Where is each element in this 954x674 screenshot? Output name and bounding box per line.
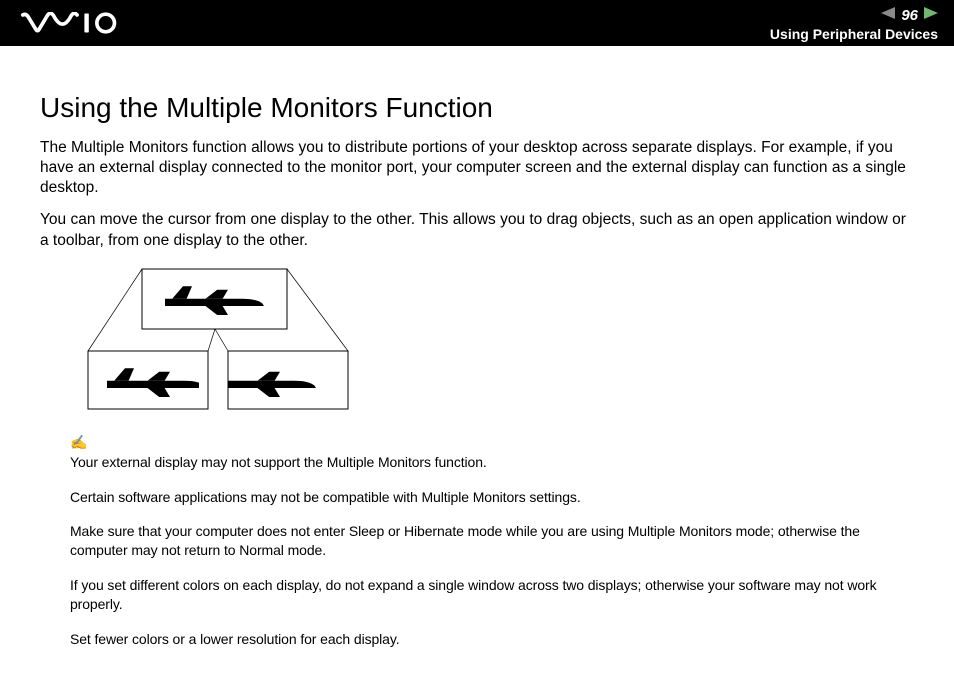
page-content: Using the Multiple Monitors Function The… [0,46,954,649]
note-text: If you set different colors on each disp… [70,576,916,614]
page-title: Using the Multiple Monitors Function [40,92,916,124]
page-nav: 96 [770,6,938,24]
note-icon: ✍ [70,434,916,451]
page-number: 96 [901,7,918,24]
prev-page-arrow[interactable] [881,6,895,24]
note-text: Set fewer colors or a lower resolution f… [70,630,916,649]
page-header: 96 Using Peripheral Devices [0,0,954,46]
section-label: Using Peripheral Devices [770,26,938,42]
multi-monitor-diagram [70,267,916,418]
header-right: 96 Using Peripheral Devices [770,4,938,42]
body-paragraph: You can move the cursor from one display… [40,210,916,250]
note-text: Your external display may not support th… [70,453,916,472]
note-text: Make sure that your computer does not en… [70,522,916,560]
body-paragraph: The Multiple Monitors function allows yo… [40,138,916,198]
notes-block: Your external display may not support th… [70,453,916,649]
vaio-logo [20,12,140,34]
note-text: Certain software applications may not be… [70,488,916,507]
next-page-arrow[interactable] [924,6,938,24]
